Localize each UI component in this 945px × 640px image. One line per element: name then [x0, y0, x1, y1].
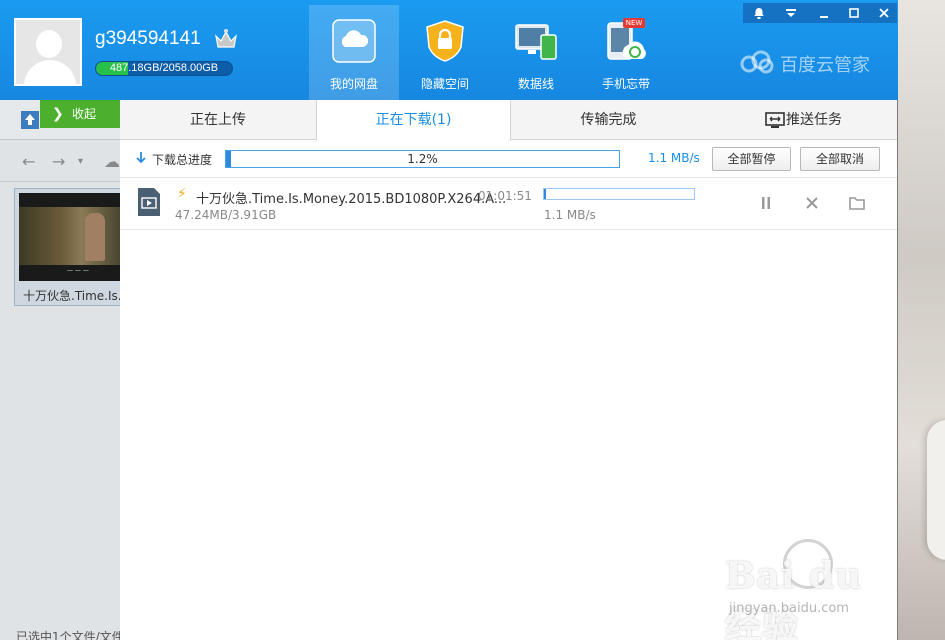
pause-icon[interactable] [757, 194, 775, 212]
username[interactable]: g394594141 [95, 28, 201, 50]
left-panel: ❯ 收起 ← → ▾ ☁ — — — 十万伙急.Time.Is. 已选中1个文件… [0, 100, 124, 640]
notification-bell-icon[interactable] [745, 3, 773, 23]
new-badge: NEW [623, 18, 645, 28]
tab-push-tasks[interactable]: 推送任务 [786, 100, 856, 140]
nav-label: 我的网盘 [329, 77, 378, 91]
storage-quota-bar: 487.18GB/2058.00GB [95, 61, 233, 76]
back-arrow-icon[interactable]: ← [22, 152, 35, 171]
watermark-url: jingyan.baidu.com [729, 601, 849, 616]
maximize-icon[interactable] [840, 3, 868, 23]
nav-label: 数据线 [517, 77, 554, 91]
cancel-all-button[interactable]: 全部取消 [800, 147, 880, 171]
baidu-jingyan-watermark: Bai du 经验 jingyan.baidu.com [725, 539, 895, 640]
push-task-icon [765, 112, 785, 128]
collapse-label: 收起 [72, 107, 97, 121]
task-remaining-time: 01:01:51 [478, 189, 532, 203]
upload-icon[interactable] [20, 110, 40, 130]
video-file-icon [138, 188, 160, 216]
menu-dropdown-icon[interactable] [777, 3, 805, 23]
lightning-bolt-icon: ⚡ [177, 186, 187, 202]
video-thumbnail: — — — [19, 193, 123, 281]
nav-label: 隐藏空间 [420, 77, 469, 91]
download-summary: 下载总进度 1.2% 1.1 MB/s 全部暂停 全部取消 [120, 140, 897, 178]
header: g394594141 487.18GB/2058.00GB 我的网盘 隐藏空间 [0, 0, 898, 100]
tab-uploading[interactable]: 正在上传 [120, 100, 316, 140]
collapse-button[interactable]: ❯ 收起 [40, 100, 120, 128]
task-progress-bar [543, 188, 695, 200]
nav-data-cable[interactable]: 数据线 [491, 5, 581, 100]
download-arrow-icon [136, 152, 146, 164]
brand-name: 百度云管家 [780, 55, 870, 76]
baidu-cloud-logo-icon [740, 50, 774, 74]
desktop-cup [927, 420, 945, 560]
total-progress-label: 下载总进度 [152, 153, 213, 167]
file-name-label: 十万伙急.Time.Is. [23, 289, 122, 303]
navigation-row: ← → ▾ ☁ [0, 142, 120, 182]
file-thumbnail-card[interactable]: — — — 十万伙急.Time.Is. [14, 188, 123, 306]
cloud-nav-icon[interactable]: ☁ [104, 152, 120, 171]
history-dropdown-icon[interactable]: ▾ [78, 156, 83, 167]
forward-arrow-icon[interactable]: → [52, 152, 65, 171]
cancel-icon[interactable] [803, 194, 821, 212]
tab-completed[interactable]: 传输完成 [511, 100, 706, 140]
transfer-tabs: 正在上传 正在下载(1) 传输完成 推送任务 [120, 100, 897, 141]
storage-quota-text: 487.18GB/2058.00GB [109, 62, 219, 74]
nav-phone-forgot[interactable]: NEW 手机忘带 [581, 5, 671, 100]
nav-label: 手机忘带 [601, 77, 650, 91]
cloud-drive-icon [332, 19, 376, 63]
total-progress-percent: 1.2% [407, 152, 438, 166]
lock-shield-icon [426, 20, 464, 62]
devices-icon [515, 24, 557, 60]
total-progress-bar: 1.2% [225, 150, 620, 168]
chevron-right-icon: ❯ [52, 106, 64, 122]
crown-icon[interactable] [214, 28, 238, 50]
total-speed: 1.1 MB/s [648, 151, 700, 165]
status-bar-text: 已选中1个文件/文件 [16, 630, 124, 640]
task-speed: 1.1 MB/s [544, 208, 596, 222]
watermark-text: Bai du 经验 [725, 555, 863, 640]
left-toolbar: ❯ 收起 [0, 100, 120, 140]
close-icon[interactable] [870, 3, 898, 23]
baidu-cloud-window: g394594141 487.18GB/2058.00GB 我的网盘 隐藏空间 [0, 0, 898, 640]
minimize-icon[interactable] [810, 3, 838, 23]
task-file-name: 十万伙急.Time.Is.Money.2015.BD1080P.X264.A..… [196, 192, 507, 207]
nav-my-drive[interactable]: 我的网盘 [309, 5, 399, 100]
tab-downloading[interactable]: 正在下载(1) [316, 100, 511, 141]
pause-all-button[interactable]: 全部暂停 [712, 147, 791, 171]
task-size: 47.24MB/3.91GB [175, 208, 277, 222]
desktop-background [897, 0, 945, 640]
folder-icon[interactable] [848, 194, 866, 212]
avatar[interactable] [14, 18, 82, 86]
nav-hidden-space[interactable]: 隐藏空间 [400, 5, 490, 100]
download-task-row[interactable]: ⚡ 十万伙急.Time.Is.Money.2015.BD1080P.X264.A… [120, 178, 897, 230]
